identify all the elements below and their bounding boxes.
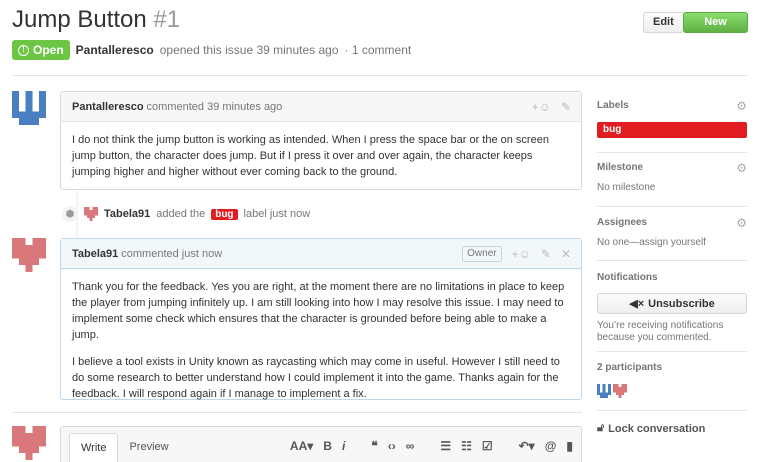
bold-icon[interactable]: B [323, 439, 332, 453]
divider [597, 152, 747, 153]
comment-header: Pantalleresco commented 39 minutes ago +… [61, 92, 581, 122]
notifications-title: Notifications [597, 272, 658, 283]
avatar[interactable] [12, 426, 46, 460]
comment-timestamp[interactable]: commented just now [121, 248, 222, 260]
link-icon[interactable]: ∞ [406, 439, 415, 453]
gear-icon[interactable]: ⚙ [736, 161, 747, 175]
avatar[interactable] [84, 207, 98, 221]
tab-preview[interactable]: Preview [118, 433, 179, 462]
milestone-section: Milestone ⚙ No milestone [597, 161, 747, 194]
event-action: added the [156, 208, 206, 220]
comment-count: · 1 comment [344, 43, 412, 57]
issue-number: #1 [153, 6, 181, 33]
assign-yourself-link[interactable]: No one—assign yourself [597, 237, 747, 249]
pencil-icon[interactable]: ✎ [541, 247, 551, 261]
mute-icon: ◀× [629, 298, 645, 310]
issue-opened-text: opened this issue 39 minutes ago [159, 43, 339, 57]
issue-title: Jump Button #1 [12, 6, 181, 33]
avatar[interactable] [613, 384, 627, 398]
tab-write[interactable]: Write [69, 433, 119, 462]
comment-paragraph: Thank you for the feedback. Yes you are … [72, 281, 565, 341]
divider [597, 351, 747, 352]
divider [12, 75, 747, 76]
text-size-icon[interactable]: AA▾ [290, 439, 313, 453]
quote-icon[interactable]: ❝ [371, 439, 377, 453]
edit-button[interactable]: Edit [643, 12, 684, 33]
divider [597, 260, 747, 261]
avatar[interactable] [597, 384, 611, 398]
lock-conversation-link[interactable]: 🔓︎ Lock conversation [597, 422, 747, 435]
comment: Tabela91 commented just now Owner +☺ ✎ ✕… [60, 238, 582, 400]
bullet-list-icon[interactable]: ☰ [440, 439, 451, 453]
gear-icon[interactable]: ⚙ [736, 99, 747, 113]
comment-body: I do not think the jump button is workin… [61, 122, 581, 190]
participants-title: 2 participants [597, 362, 663, 373]
comment-author[interactable]: Pantalleresco [72, 101, 144, 113]
notifications-section: Notifications ◀× Unsubscribe You’re recei… [597, 272, 747, 344]
add-reaction-icon[interactable]: +☺ [512, 247, 531, 261]
comment: Pantalleresco commented 39 minutes ago +… [60, 91, 582, 190]
participants-section: 2 participants [597, 362, 747, 398]
assignees-title: Assignees [597, 217, 648, 228]
comment-author[interactable]: Tabela91 [72, 248, 118, 260]
assignees-section: Assignees ⚙ No one—assign yourself [597, 216, 747, 249]
avatar[interactable] [12, 238, 46, 272]
tag-icon: ⬢ [62, 206, 78, 222]
issue-header: Jump Button #1 Edit New issue [12, 6, 748, 47]
numbered-list-icon[interactable]: ☷ [461, 439, 472, 453]
label-event: ⬢ Tabela91 added the bug label just now [62, 205, 310, 223]
divider [597, 206, 747, 207]
milestone-value: No milestone [597, 182, 656, 193]
bookmark-icon[interactable]: ▮ [566, 439, 573, 453]
comment-paragraph: I do not think the jump button is workin… [72, 134, 549, 178]
lock-icon: 🔓︎ [597, 422, 605, 434]
comment-editor: Write Preview AA▾ B i ❝ ‹› ∞ ☰ ☷ ☑ ↶▾ @ … [60, 426, 582, 462]
event-actor[interactable]: Tabela91 [104, 208, 150, 220]
event-suffix: label just now [243, 208, 311, 220]
add-reaction-icon[interactable]: +☺ [532, 100, 551, 114]
avatar[interactable] [12, 91, 46, 125]
mention-icon[interactable]: @ [545, 439, 557, 453]
labels-section: Labels ⚙ bug [597, 99, 747, 138]
notifications-note: You’re receiving notifications because y… [597, 320, 724, 343]
lock-section: 🔓︎ Lock conversation [597, 422, 747, 435]
milestone-title: Milestone [597, 162, 644, 173]
divider [597, 410, 747, 411]
editor-toolbar: AA▾ B i ❝ ‹› ∞ ☰ ☷ ☑ ↶▾ @ ▮ [290, 433, 573, 459]
comment-header: Tabela91 commented just now Owner +☺ ✎ ✕ [61, 239, 581, 269]
close-icon[interactable]: ✕ [561, 247, 571, 261]
bug-label[interactable]: bug [597, 122, 747, 138]
task-list-icon[interactable]: ☑ [482, 439, 493, 453]
comment-body: Thank you for the feedback. Yes you are … [61, 269, 581, 412]
labels-title: Labels [597, 100, 629, 111]
comment-paragraph: I believe a tool exists in Unity known a… [72, 356, 560, 400]
unsubscribe-button[interactable]: ◀× Unsubscribe [597, 293, 747, 314]
issue-author-link[interactable]: Pantalleresco [76, 43, 154, 57]
gear-icon[interactable]: ⚙ [736, 216, 747, 230]
pencil-icon[interactable]: ✎ [561, 100, 571, 114]
status-badge: ! Open [12, 40, 70, 60]
bug-label[interactable]: bug [211, 208, 238, 220]
divider [12, 412, 582, 413]
italic-icon[interactable]: i [342, 439, 345, 453]
reply-icon[interactable]: ↶▾ [519, 439, 535, 453]
code-icon[interactable]: ‹› [388, 439, 396, 453]
issue-meta: ! Open Pantalleresco opened this issue 39… [12, 40, 411, 60]
comment-timestamp[interactable]: commented 39 minutes ago [147, 101, 283, 113]
new-issue-button[interactable]: New issue [683, 12, 748, 47]
owner-badge: Owner [462, 246, 502, 262]
issue-opened-icon: ! [18, 44, 29, 56]
